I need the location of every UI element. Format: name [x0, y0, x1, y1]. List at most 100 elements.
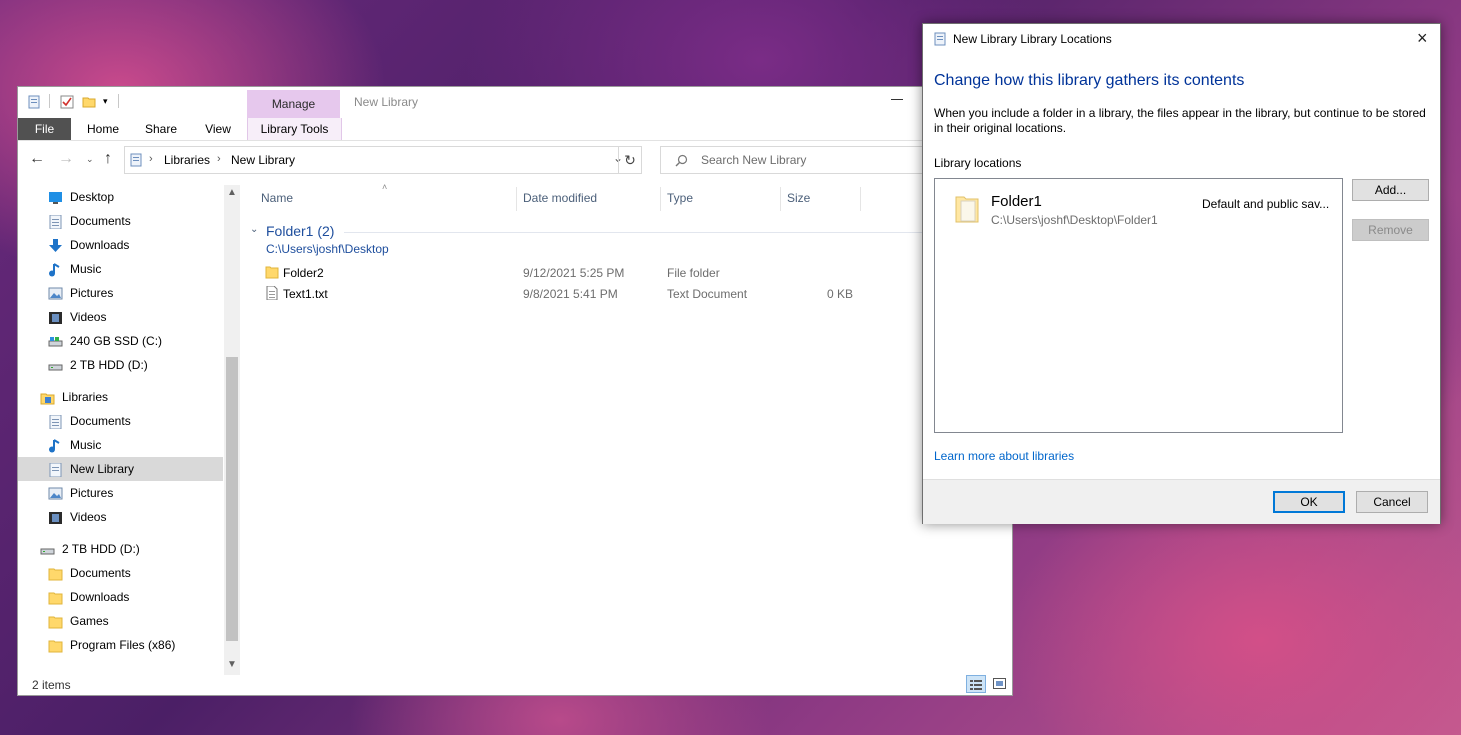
drive-icon	[48, 358, 63, 372]
group-header-title[interactable]: Folder1 (2)	[266, 223, 334, 239]
scrollbar-thumb[interactable]	[226, 357, 238, 641]
library-locations-list[interactable]: Folder1 C:\Users\joshf\Desktop\Folder1 D…	[934, 178, 1343, 433]
file-type: Text Document	[667, 287, 748, 301]
toolbar-divider	[49, 94, 50, 108]
dialog-description: When you include a folder in a library, …	[934, 106, 1426, 135]
manage-context-tab[interactable]: Manage	[247, 90, 340, 120]
location-item[interactable]: Folder1 C:\Users\joshf\Desktop\Folder1 D…	[939, 183, 1339, 229]
learn-more-link[interactable]: Learn more about libraries	[934, 449, 1074, 463]
minimize-button[interactable]	[891, 99, 903, 100]
dialog-title: New Library Library Locations	[953, 32, 1112, 46]
file-explorer-window: ▾ Manage New Library File Home Share Vie…	[17, 86, 1013, 696]
status-item-count: 2 items	[32, 678, 71, 692]
file-date: 9/12/2021 5:25 PM	[523, 266, 625, 280]
library-icon[interactable]	[27, 95, 41, 109]
tab-file[interactable]: File	[18, 118, 71, 140]
file-name: Text1.txt	[283, 287, 328, 301]
tab-home[interactable]: Home	[78, 118, 128, 140]
column-header-name[interactable]: Name	[261, 191, 293, 205]
refresh-button[interactable]: ↻	[618, 146, 642, 174]
pictures-icon	[48, 286, 63, 300]
new-folder-icon[interactable]	[82, 95, 96, 109]
documents-icon	[48, 214, 63, 230]
column-divider[interactable]	[860, 187, 861, 211]
location-status: Default and public sav...	[1202, 197, 1330, 211]
collapse-group-icon[interactable]: ⌄	[250, 224, 258, 235]
library-icon	[129, 153, 143, 170]
music-icon	[48, 438, 63, 453]
tab-view[interactable]: View	[193, 118, 243, 140]
library-icon	[933, 32, 947, 49]
file-size: 0 KB	[826, 287, 853, 301]
group-header-line	[344, 232, 1012, 233]
navigation-pane: Desktop Documents Downloads Music Pictur…	[18, 185, 240, 675]
forward-arrow-icon[interactable]: →	[58, 151, 74, 167]
file-row[interactable]: Folder2 9/12/2021 5:25 PM File folder	[258, 263, 858, 283]
properties-icon[interactable]	[60, 95, 74, 109]
folder-icon	[48, 638, 63, 653]
file-date: 9/8/2021 5:41 PM	[523, 287, 618, 301]
up-arrow-icon[interactable]: ↑	[104, 151, 112, 167]
customize-toolbar-icon[interactable]: ▾	[103, 96, 108, 106]
scroll-down-icon[interactable]: ▼	[227, 659, 237, 670]
remove-button[interactable]: Remove	[1352, 219, 1429, 241]
libraries-icon	[40, 390, 55, 405]
file-type: File folder	[667, 266, 720, 280]
address-bar[interactable]: › Libraries › New Library ⌄	[124, 146, 642, 174]
breadcrumb-separator-icon[interactable]: ›	[149, 153, 153, 165]
location-name: Folder1	[991, 193, 1042, 210]
scroll-up-icon[interactable]: ▲	[227, 187, 237, 198]
tab-share[interactable]: Share	[136, 118, 186, 140]
quick-access-toolbar: ▾	[18, 87, 247, 117]
tab-library-tools[interactable]: Library Tools	[247, 118, 342, 140]
dialog-footer: OK Cancel	[923, 479, 1440, 524]
group-path: C:\Users\joshf\Desktop	[266, 242, 389, 256]
downloads-icon	[48, 238, 63, 252]
large-icons-view-icon	[993, 678, 1006, 692]
file-row[interactable]: Text1.txt 9/8/2021 5:41 PM Text Document…	[258, 284, 858, 304]
details-view-icon	[970, 679, 982, 693]
recent-locations-icon[interactable]: ⌄	[86, 154, 94, 165]
close-icon[interactable]: ×	[1417, 29, 1428, 47]
column-header-size[interactable]: Size	[787, 191, 810, 205]
library-icon	[48, 462, 63, 478]
folder-icon	[265, 265, 279, 282]
add-button[interactable]: Add...	[1352, 179, 1429, 201]
location-path: C:\Users\joshf\Desktop\Folder1	[991, 213, 1158, 227]
column-header-date[interactable]: Date modified	[523, 191, 597, 205]
breadcrumb-new-library[interactable]: New Library	[231, 153, 295, 167]
folder-icon	[48, 614, 63, 629]
desktop-icon	[48, 190, 63, 204]
large-icons-view-button[interactable]	[990, 675, 1010, 693]
details-view-button[interactable]	[966, 675, 986, 693]
window-title: New Library	[354, 95, 419, 109]
column-divider[interactable]	[660, 187, 661, 211]
ok-button[interactable]: OK	[1273, 491, 1345, 513]
back-arrow-icon[interactable]: ←	[29, 151, 45, 167]
refresh-icon: ↻	[624, 152, 636, 168]
breadcrumb-libraries[interactable]: Libraries	[164, 153, 210, 167]
folder-icon	[955, 193, 979, 226]
toolbar-divider	[118, 94, 119, 108]
breadcrumb-separator-icon[interactable]: ›	[217, 153, 221, 165]
pictures-icon	[48, 486, 63, 500]
dialog-heading: Change how this library gathers its cont…	[934, 72, 1245, 89]
drive-icon	[40, 542, 55, 556]
drive-icon	[48, 334, 63, 348]
column-divider[interactable]	[516, 187, 517, 211]
dialog-titlebar[interactable]: New Library Library Locations ×	[923, 24, 1440, 54]
library-locations-dialog: New Library Library Locations × Change h…	[922, 23, 1441, 524]
documents-icon	[48, 414, 63, 430]
folder-icon	[48, 590, 63, 605]
sort-ascending-icon: ˄	[382, 182, 388, 192]
search-icon	[675, 154, 688, 170]
cancel-button[interactable]: Cancel	[1356, 491, 1428, 513]
library-locations-label: Library locations	[934, 156, 1022, 170]
nav-scrollbar[interactable]: ▲ ▼	[224, 185, 240, 675]
videos-icon	[48, 510, 63, 524]
file-name: Folder2	[283, 266, 324, 280]
ribbon-bottom-border	[18, 140, 1012, 141]
column-divider[interactable]	[780, 187, 781, 211]
music-icon	[48, 262, 63, 277]
column-header-type[interactable]: Type	[667, 191, 693, 205]
